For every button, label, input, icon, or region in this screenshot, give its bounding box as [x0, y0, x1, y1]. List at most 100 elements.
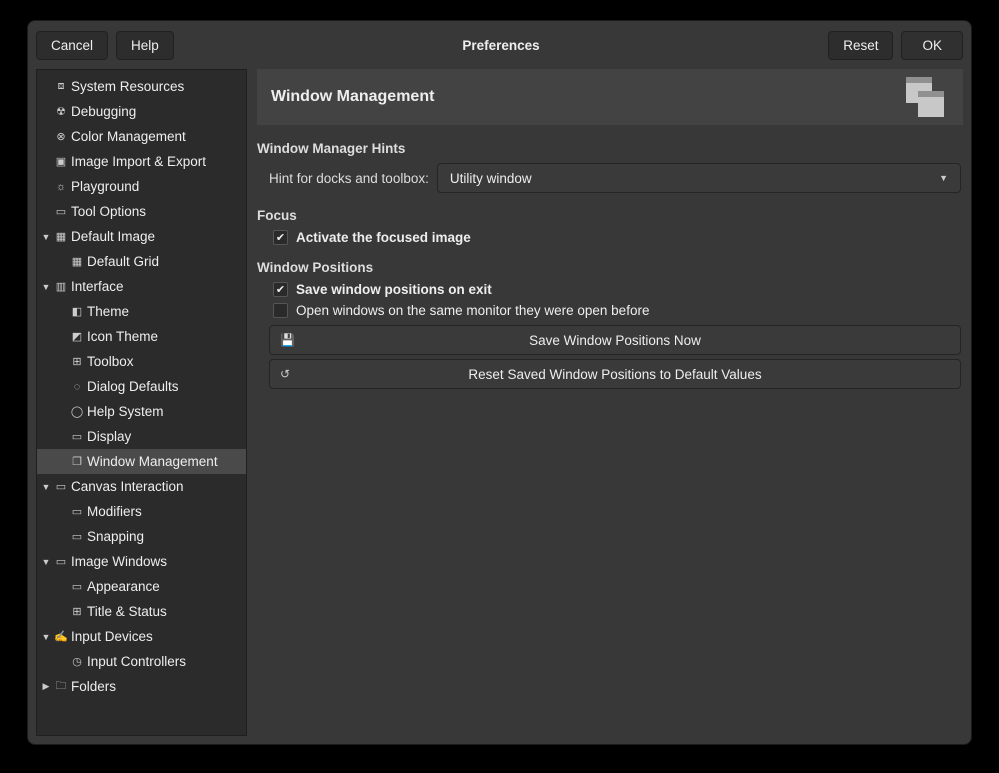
tree-item-title-status[interactable]: ⊞Title & Status	[37, 599, 246, 624]
tree-item-icon: ◌	[69, 379, 85, 395]
tree-item-icon: ▦	[53, 229, 69, 245]
tree-item-label: Interface	[71, 279, 124, 294]
tree-item-image-import-export[interactable]: ▣Image Import & Export	[37, 149, 246, 174]
hint-label: Hint for docks and toolbox:	[269, 171, 429, 186]
tree-item-label: Icon Theme	[87, 329, 158, 344]
tree-item-label: Folders	[71, 679, 116, 694]
tree-item-system-resources[interactable]: ⧈System Resources	[37, 74, 246, 99]
tree-item-label: Image Windows	[71, 554, 167, 569]
content-pane: Window Management Window Manager Hints H…	[257, 69, 963, 736]
tree-item-input-devices[interactable]: ▼✍Input Devices	[37, 624, 246, 649]
chevron-down-icon: ▼	[939, 173, 948, 183]
tree-item-playground[interactable]: ☼Playground	[37, 174, 246, 199]
dialog-body: ⧈System Resources☢Debugging⊗Color Manage…	[28, 69, 971, 744]
tree-item-input-controllers[interactable]: ◷Input Controllers	[37, 649, 246, 674]
tree-item-tool-options[interactable]: ▭Tool Options	[37, 199, 246, 224]
titlebar: Cancel Help Preferences Reset OK	[28, 21, 971, 69]
tree-item-interface[interactable]: ▼▥Interface	[37, 274, 246, 299]
tree-item-icon: ⊞	[69, 354, 85, 370]
tree-item-default-image[interactable]: ▼▦Default Image	[37, 224, 246, 249]
tree-item-label: Debugging	[71, 104, 136, 119]
reset-button[interactable]: Reset	[828, 31, 893, 60]
tree-item-label: Default Image	[71, 229, 155, 244]
tree-item-label: Theme	[87, 304, 129, 319]
tree-item-icon: ▣	[53, 154, 69, 170]
tree-item-icon: ▥	[53, 279, 69, 295]
expander-icon[interactable]: ▼	[39, 482, 53, 492]
activate-focused-label[interactable]: Activate the focused image	[296, 230, 471, 245]
tree-item-snapping[interactable]: ▭Snapping	[37, 524, 246, 549]
tree-item-modifiers[interactable]: ▭Modifiers	[37, 499, 246, 524]
tree-item-theme[interactable]: ◧Theme	[37, 299, 246, 324]
tree-item-default-grid[interactable]: ▦Default Grid	[37, 249, 246, 274]
tree-item-label: Canvas Interaction	[71, 479, 184, 494]
tree-item-window-management[interactable]: ❐Window Management	[37, 449, 246, 474]
tree-item-label: Input Controllers	[87, 654, 186, 669]
preferences-tree[interactable]: ⧈System Resources☢Debugging⊗Color Manage…	[36, 69, 247, 736]
tree-item-icon: ▭	[69, 504, 85, 520]
expander-icon[interactable]: ▼	[39, 632, 53, 642]
tree-item-label: Appearance	[87, 579, 160, 594]
expander-icon[interactable]: ▼	[39, 232, 53, 242]
activate-focused-checkbox[interactable]	[273, 230, 288, 245]
reset-positions-button[interactable]: ↺ Reset Saved Window Positions to Defaul…	[269, 359, 961, 389]
tree-item-color-management[interactable]: ⊗Color Management	[37, 124, 246, 149]
tree-item-dialog-defaults[interactable]: ◌Dialog Defaults	[37, 374, 246, 399]
tree-item-icon: ▭	[69, 579, 85, 595]
tree-item-appearance[interactable]: ▭Appearance	[37, 574, 246, 599]
tree-item-icon: ▦	[69, 254, 85, 270]
tree-item-label: Playground	[71, 179, 139, 194]
same-monitor-checkbox[interactable]	[273, 303, 288, 318]
tree-item-toolbox[interactable]: ⊞Toolbox	[37, 349, 246, 374]
tree-item-icon: ☼	[53, 179, 69, 195]
same-monitor-row: Open windows on the same monitor they we…	[257, 300, 961, 321]
reset-icon: ↺	[280, 367, 290, 381]
tree-item-label: Dialog Defaults	[87, 379, 179, 394]
tree-item-canvas-interaction[interactable]: ▼▭Canvas Interaction	[37, 474, 246, 499]
tree-item-label: Display	[87, 429, 131, 444]
tree-item-icon: ▭	[69, 429, 85, 445]
tree-item-label: Default Grid	[87, 254, 159, 269]
tree-item-icon: ☢	[53, 104, 69, 120]
content-header: Window Management	[257, 69, 963, 125]
save-on-exit-checkbox[interactable]	[273, 282, 288, 297]
tree-item-debugging[interactable]: ☢Debugging	[37, 99, 246, 124]
cancel-button[interactable]: Cancel	[36, 31, 108, 60]
tree-item-icon: ⧈	[53, 79, 69, 95]
same-monitor-label[interactable]: Open windows on the same monitor they we…	[296, 303, 649, 318]
tree-item-label: Toolbox	[87, 354, 134, 369]
help-button[interactable]: Help	[116, 31, 174, 60]
tree-item-image-windows[interactable]: ▼▭Image Windows	[37, 549, 246, 574]
tree-item-display[interactable]: ▭Display	[37, 424, 246, 449]
tree-item-label: Input Devices	[71, 629, 153, 644]
tree-item-icon: ⊞	[69, 604, 85, 620]
tree-item-label: Tool Options	[71, 204, 146, 219]
page-title: Window Management	[271, 88, 899, 106]
activate-focused-row: Activate the focused image	[257, 227, 961, 248]
tree-item-icon: ◯	[69, 404, 85, 420]
tree-item-icon: ◧	[69, 304, 85, 320]
hint-dropdown[interactable]: Utility window ▼	[437, 163, 961, 193]
expander-icon[interactable]: ▼	[39, 557, 53, 567]
tree-item-icon-theme[interactable]: ◩Icon Theme	[37, 324, 246, 349]
hint-dropdown-value: Utility window	[450, 171, 532, 186]
tree-item-icon: ⊗	[53, 129, 69, 145]
tree-item-help-system[interactable]: ◯Help System	[37, 399, 246, 424]
hint-row: Hint for docks and toolbox: Utility wind…	[257, 160, 961, 196]
expander-icon[interactable]: ▼	[39, 282, 53, 292]
expander-icon[interactable]: ▶	[39, 681, 53, 692]
save-on-exit-label[interactable]: Save window positions on exit	[296, 282, 492, 297]
content-inner: Window Manager Hints Hint for docks and …	[257, 135, 963, 393]
ok-button[interactable]: OK	[901, 31, 963, 60]
tree-item-icon: 🗀	[53, 679, 69, 695]
dialog-title: Preferences	[182, 38, 820, 53]
tree-item-icon: ▭	[53, 204, 69, 220]
tree-item-folders[interactable]: ▶🗀Folders	[37, 674, 246, 699]
save-positions-now-button[interactable]: 💾 Save Window Positions Now	[269, 325, 961, 355]
section-focus: Focus	[257, 208, 961, 223]
tree-item-label: Snapping	[87, 529, 144, 544]
tree-item-icon: ▭	[53, 479, 69, 495]
tree-item-label: Modifiers	[87, 504, 142, 519]
section-window-positions: Window Positions	[257, 260, 961, 275]
tree-item-label: Help System	[87, 404, 164, 419]
